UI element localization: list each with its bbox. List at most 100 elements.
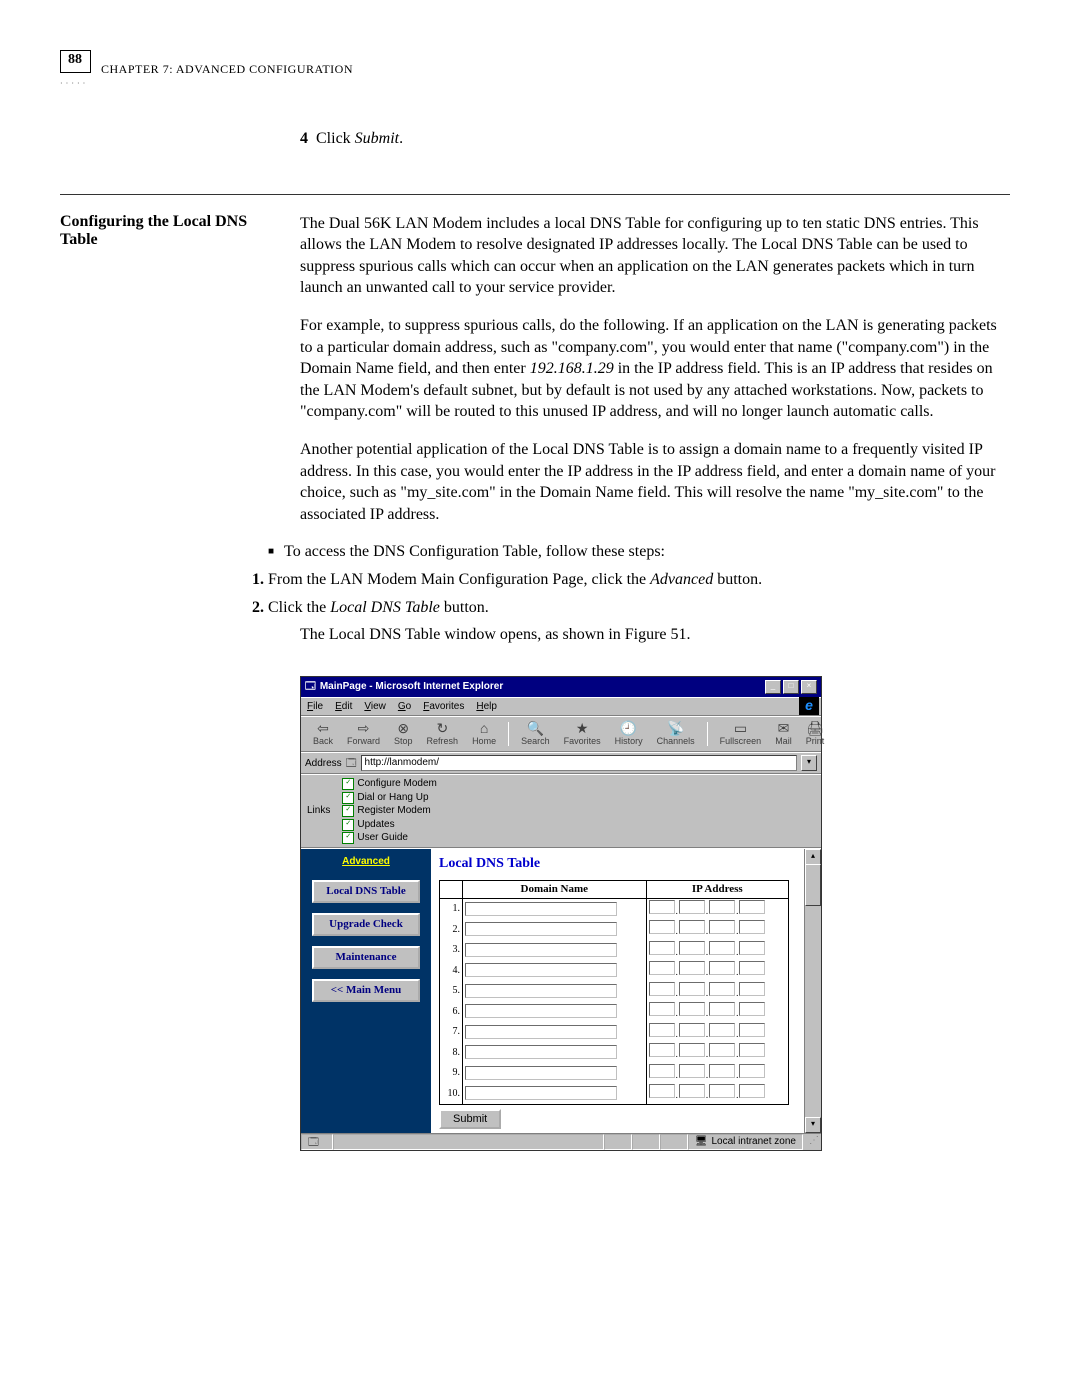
ip-octet-input[interactable] <box>649 1043 675 1057</box>
domain-name-input[interactable] <box>465 1004 617 1018</box>
ip-octet-input[interactable] <box>649 1064 675 1078</box>
close-button[interactable]: × <box>801 680 817 694</box>
menu-go[interactable]: Go <box>398 700 411 714</box>
table-row: 10.... <box>440 1083 789 1104</box>
ip-octet-input[interactable] <box>679 1064 705 1078</box>
row-number: 4. <box>440 960 463 981</box>
ip-octet-input[interactable] <box>709 1084 735 1098</box>
domain-name-input[interactable] <box>465 1086 617 1100</box>
ip-octet-input[interactable] <box>709 1064 735 1078</box>
nav-maintenance[interactable]: Maintenance <box>312 946 420 969</box>
ip-octet-input[interactable] <box>679 1043 705 1057</box>
nav-heading-advanced[interactable]: Advanced <box>342 855 390 869</box>
ip-octet-input[interactable] <box>679 961 705 975</box>
ip-octet-input[interactable] <box>679 1002 705 1016</box>
minimize-button[interactable]: _ <box>765 680 781 694</box>
ip-octet-input[interactable] <box>679 900 705 914</box>
ip-octet-input[interactable] <box>679 1084 705 1098</box>
resize-grip[interactable]: ⋰ <box>803 1134 821 1150</box>
link-dial-or-hang-up[interactable]: ✓Dial or Hang Up <box>342 791 436 805</box>
nav-main-menu[interactable]: << Main Menu <box>312 979 420 1002</box>
menu-bar: File Edit View Go Favorites Help <box>301 697 821 717</box>
submit-button[interactable]: Submit <box>439 1109 501 1129</box>
toolbar-forward-button[interactable]: ⇨Forward <box>341 720 386 748</box>
menu-help[interactable]: Help <box>476 700 497 714</box>
step-1: From the LAN Modem Main Configuration Pa… <box>268 569 1010 591</box>
scroll-thumb[interactable] <box>805 864 821 906</box>
toolbar-channels-button[interactable]: 📡Channels <box>651 720 701 748</box>
table-row: 3.... <box>440 940 789 961</box>
address-input[interactable]: http://lanmodem/ <box>361 755 797 771</box>
scroll-down-button[interactable]: ▾ <box>805 1117 821 1133</box>
domain-name-input[interactable] <box>465 963 617 977</box>
ip-octet-input[interactable] <box>709 941 735 955</box>
toolbar-search-button[interactable]: 🔍Search <box>515 720 556 748</box>
menu-view[interactable]: View <box>364 700 386 714</box>
menu-file[interactable]: File <box>307 700 323 714</box>
ie-url-icon: 🗔 <box>346 757 357 771</box>
menu-edit[interactable]: Edit <box>335 700 352 714</box>
ip-octet-input[interactable] <box>679 941 705 955</box>
domain-name-input[interactable] <box>465 943 617 957</box>
row-number: 1. <box>440 898 463 919</box>
ip-octet-input[interactable] <box>679 1023 705 1037</box>
ip-octet-input[interactable] <box>709 920 735 934</box>
toolbar-home-button[interactable]: ⌂Home <box>466 720 502 748</box>
link-register-modem[interactable]: ✓Register Modem <box>342 804 436 818</box>
domain-name-input[interactable] <box>465 1025 617 1039</box>
ip-octet-input[interactable] <box>739 1023 765 1037</box>
ip-octet-input[interactable] <box>649 982 675 996</box>
ip-octet-input[interactable] <box>649 1084 675 1098</box>
address-dropdown[interactable]: ▾ <box>801 755 817 771</box>
toolbar-fullscreen-button[interactable]: ▭Fullscreen <box>714 720 768 748</box>
maximize-button[interactable]: □ <box>783 680 799 694</box>
ip-octet-input[interactable] <box>739 941 765 955</box>
toolbar-print-button[interactable]: 🖨Print <box>800 720 831 748</box>
ip-octet-input[interactable] <box>649 920 675 934</box>
ip-octet-input[interactable] <box>709 900 735 914</box>
ip-octet-input[interactable] <box>739 1002 765 1016</box>
ip-octet-input[interactable] <box>649 941 675 955</box>
ip-octet-input[interactable] <box>649 1023 675 1037</box>
ip-octet-input[interactable] <box>739 1043 765 1057</box>
toolbar-back-button[interactable]: ⇦Back <box>307 720 339 748</box>
toolbar-mail-button[interactable]: ✉Mail <box>769 720 798 748</box>
ip-octet-input[interactable] <box>739 1084 765 1098</box>
ip-octet-input[interactable] <box>709 1002 735 1016</box>
domain-name-input[interactable] <box>465 1066 617 1080</box>
ip-octet-input[interactable] <box>709 961 735 975</box>
nav-local-dns-table[interactable]: Local DNS Table <box>312 880 420 903</box>
domain-name-input[interactable] <box>465 902 617 916</box>
vertical-scrollbar[interactable]: ▴ ▾ <box>804 849 821 1133</box>
table-row: 6.... <box>440 1001 789 1022</box>
toolbar-history-button[interactable]: 🕘History <box>609 720 649 748</box>
ip-octet-input[interactable] <box>739 982 765 996</box>
ip-octet-input[interactable] <box>739 920 765 934</box>
ip-octet-input[interactable] <box>739 900 765 914</box>
menu-favorites[interactable]: Favorites <box>423 700 464 714</box>
ip-octet-input[interactable] <box>649 961 675 975</box>
link-updates[interactable]: ✓Updates <box>342 818 436 832</box>
ip-octet-input[interactable] <box>709 1043 735 1057</box>
nav-upgrade-check[interactable]: Upgrade Check <box>312 913 420 936</box>
toolbar-favorites-button[interactable]: ★Favorites <box>558 720 607 748</box>
scroll-up-button[interactable]: ▴ <box>805 849 821 865</box>
status-icon: 🗔 <box>301 1134 333 1150</box>
domain-name-input[interactable] <box>465 922 617 936</box>
ip-octet-input[interactable] <box>739 961 765 975</box>
ip-octet-input[interactable] <box>709 982 735 996</box>
ip-octet-input[interactable] <box>709 1023 735 1037</box>
ip-octet-input[interactable] <box>649 1002 675 1016</box>
row-number: 5. <box>440 981 463 1002</box>
ip-octet-input[interactable] <box>679 920 705 934</box>
ip-octet-input[interactable] <box>649 900 675 914</box>
link-user-guide[interactable]: ✓User Guide <box>342 831 436 845</box>
ip-octet-input[interactable] <box>739 1064 765 1078</box>
domain-name-input[interactable] <box>465 1045 617 1059</box>
toolbar-stop-button[interactable]: ⊗Stop <box>388 720 419 748</box>
ip-octet-input[interactable] <box>679 982 705 996</box>
toolbar-refresh-button[interactable]: ↻Refresh <box>421 720 465 748</box>
domain-name-input[interactable] <box>465 984 617 998</box>
table-row: 1.... <box>440 898 789 919</box>
link-configure-modem[interactable]: ✓Configure Modem <box>342 777 436 791</box>
